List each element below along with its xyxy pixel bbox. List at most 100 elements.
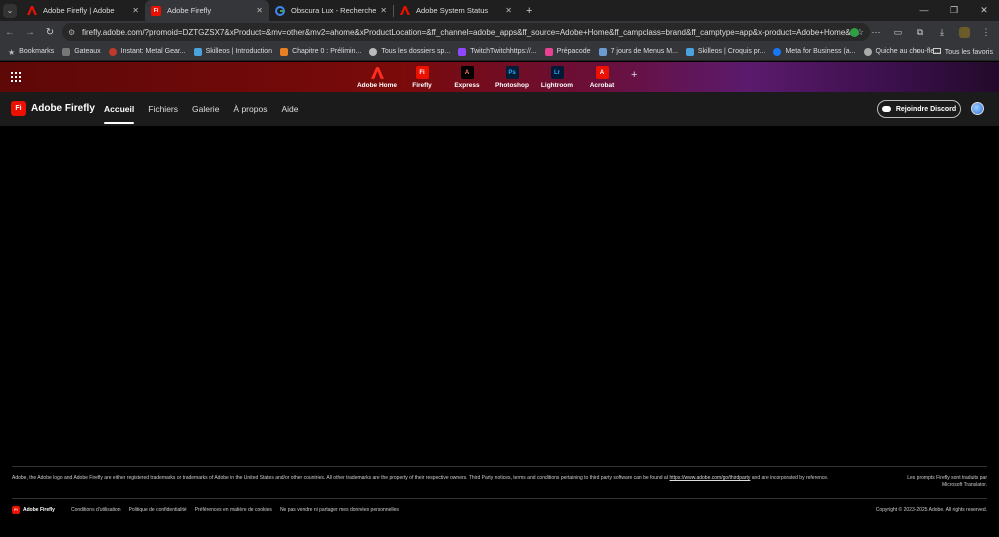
footer-brand[interactable]: Fi Adobe Firefly [12, 505, 55, 514]
express-app-icon: A [460, 66, 474, 79]
profile-avatar-icon[interactable] [957, 25, 971, 39]
firefly-title: Adobe Firefly [31, 103, 95, 114]
privacy-link[interactable]: Politique de confidentialité [129, 507, 187, 513]
nav-a-propos[interactable]: À propos [233, 104, 267, 114]
firefly-app-icon: Fi [415, 66, 429, 79]
bookmark-item[interactable]: Gateaux [62, 47, 101, 56]
minimize-icon[interactable]: — [909, 0, 939, 21]
adobe-favicon-icon [27, 6, 37, 16]
add-app-icon[interactable]: + [631, 69, 637, 89]
app-acrobat[interactable]: A Acrobat [580, 66, 624, 89]
app-adobe-home[interactable]: Adobe Home [355, 66, 399, 89]
browser-tab-strip: ⌄ Adobe Firefly | Adobe ✕ Fi Adobe Firef… [0, 0, 999, 21]
tab-adobe-firefly[interactable]: Fi Adobe Firefly ✕ [145, 0, 269, 21]
address-bar[interactable]: ⚙ firefly.adobe.com/?promoid=DZTGZSX7&xP… [62, 23, 870, 41]
more-bookmarks-icon[interactable]: » [915, 48, 919, 55]
sidebar-icon[interactable]: ▭ [891, 25, 905, 39]
third-party-link[interactable]: https://www.adobe.com/go/thirdparty [670, 475, 751, 481]
close-tab-icon[interactable]: ✕ [256, 6, 263, 15]
close-window-icon[interactable]: ✕ [969, 0, 999, 21]
firefly-logo-icon: Fi [11, 101, 26, 116]
nav-aide[interactable]: Aide [281, 104, 298, 114]
bookmark-item[interactable]: TwitchTwitchhttps://... [458, 47, 537, 56]
toolbar-actions: ⋯ ▭ ⧉ ⤓ ⋮ [847, 24, 993, 40]
bookmarks-right: » Tous les favoris [915, 47, 993, 56]
nav-fichiers[interactable]: Fichiers [148, 104, 178, 114]
lightroom-app-icon: Lr [550, 66, 564, 79]
window-controls: — ❐ ✕ [909, 0, 999, 21]
tab-adobe-system-status[interactable]: Adobe System Status ✕ [394, 0, 518, 21]
bookmark-item[interactable]: Skilleos | Croquis pr... [685, 47, 765, 56]
bookmark-favicon-icon [863, 47, 872, 56]
footer-bottom-bar: Fi Adobe Firefly Conditions d'utilisation… [12, 498, 987, 520]
photoshop-app-icon: Ps [505, 66, 519, 79]
legal-notice: Adobe, the Adobe logo and Adobe Firefly … [12, 475, 829, 481]
tab-title: Adobe Firefly | Adobe [43, 6, 115, 15]
reload-icon[interactable]: ↻ [40, 27, 60, 38]
extensions-puzzle-icon[interactable]: ⧉ [913, 25, 927, 39]
join-discord-button[interactable]: Rejoindre Discord [877, 100, 961, 118]
page-footer: Adobe, the Adobe logo and Adobe Firefly … [12, 466, 987, 514]
site-info-icon[interactable]: ⚙ [68, 28, 82, 37]
bookmark-item[interactable]: ★ Bookmarks [8, 47, 54, 57]
tab-title: Obscura Lux - Recherche Googl [291, 6, 377, 15]
bookmark-favicon-icon [193, 47, 202, 56]
discord-icon [881, 106, 891, 112]
app-grid-icon[interactable] [11, 72, 21, 82]
restore-icon[interactable]: ❐ [939, 0, 969, 21]
firefly-logo-icon: Fi [12, 505, 20, 514]
nav-accueil[interactable]: Accueil [104, 92, 135, 126]
firefly-header: Fi Adobe Firefly Accueil Fichiers Galeri… [0, 92, 999, 126]
bookmark-favicon-icon [544, 47, 553, 56]
bookmark-item[interactable]: Meta for Business (a... [773, 47, 856, 56]
bookmark-item[interactable]: Chapitre 0 : Prélimin... [280, 47, 361, 56]
close-tab-icon[interactable]: ✕ [380, 6, 387, 15]
nav-galerie[interactable]: Galerie [192, 104, 219, 114]
all-bookmarks-folder[interactable]: Tous les favoris [932, 47, 993, 56]
forward-icon[interactable]: → [20, 27, 40, 38]
folder-icon [62, 47, 71, 56]
terms-link[interactable]: Conditions d'utilisation [71, 507, 121, 513]
browser-toolbar: ← → ↻ ⚙ firefly.adobe.com/?promoid=DZTGZ… [0, 21, 999, 43]
tab-title: Adobe System Status [416, 6, 489, 15]
bookmark-item[interactable]: Prépacode [544, 47, 591, 56]
adobe-favicon-icon [400, 6, 410, 16]
extension-green-icon[interactable] [847, 25, 861, 39]
app-express[interactable]: A Express [445, 66, 489, 89]
close-tab-icon[interactable]: ✕ [505, 6, 512, 15]
tab-obscura-lux[interactable]: Obscura Lux - Recherche Googl ✕ [269, 0, 393, 21]
app-lightroom[interactable]: Lr Lightroom [535, 66, 579, 89]
acrobat-app-icon: A [595, 66, 609, 79]
app-photoshop[interactable]: Ps Photoshop [490, 66, 534, 89]
folder-icon [932, 47, 941, 54]
bookmarks-bar: ★ Bookmarks Gateaux Instant: Metal Gear..… [0, 43, 999, 61]
star-icon: ★ [8, 47, 16, 57]
extension-dots-icon[interactable]: ⋯ [869, 25, 883, 39]
tab-search-icon[interactable]: ⌄ [3, 3, 17, 18]
cookie-preferences-link[interactable]: Préférences en matière de cookies [195, 507, 272, 513]
firefly-favicon-icon: Fi [151, 5, 161, 16]
browser-menu-icon[interactable]: ⋮ [979, 25, 993, 39]
meta-icon [773, 47, 782, 56]
bookmark-item[interactable]: 7 jours de Menus M... [598, 47, 678, 56]
do-not-sell-link[interactable]: Ne pas vendre ni partager mes données pe… [280, 507, 399, 513]
url-text: firefly.adobe.com/?promoid=DZTGZSX7&xPro… [82, 27, 856, 37]
bookmark-favicon-icon [369, 47, 378, 56]
bookmark-favicon-icon [685, 47, 694, 56]
bookmark-item[interactable]: Skilleos | Introduction [193, 47, 272, 56]
user-avatar[interactable] [971, 102, 984, 115]
back-icon[interactable]: ← [0, 27, 20, 38]
bookmark-favicon-icon [108, 47, 117, 56]
bookmark-item[interactable]: Tous les dossiers sp... [369, 47, 450, 56]
app-list: Adobe Home Fi Firefly A Express Ps Photo… [355, 66, 637, 89]
firefly-brand[interactable]: Fi Adobe Firefly [11, 101, 95, 116]
adobe-home-icon [370, 66, 384, 79]
close-tab-icon[interactable]: ✕ [132, 6, 139, 15]
bookmark-item[interactable]: Instant: Metal Gear... [108, 47, 186, 56]
new-tab-icon[interactable]: + [526, 5, 532, 17]
tab-adobe-firefly-adobe[interactable]: Adobe Firefly | Adobe ✕ [21, 0, 145, 21]
app-firefly[interactable]: Fi Firefly [400, 66, 444, 89]
google-favicon-icon [275, 5, 285, 16]
download-icon[interactable]: ⤓ [935, 25, 949, 39]
firefly-main-nav: Accueil Fichiers Galerie À propos Aide [104, 92, 298, 126]
